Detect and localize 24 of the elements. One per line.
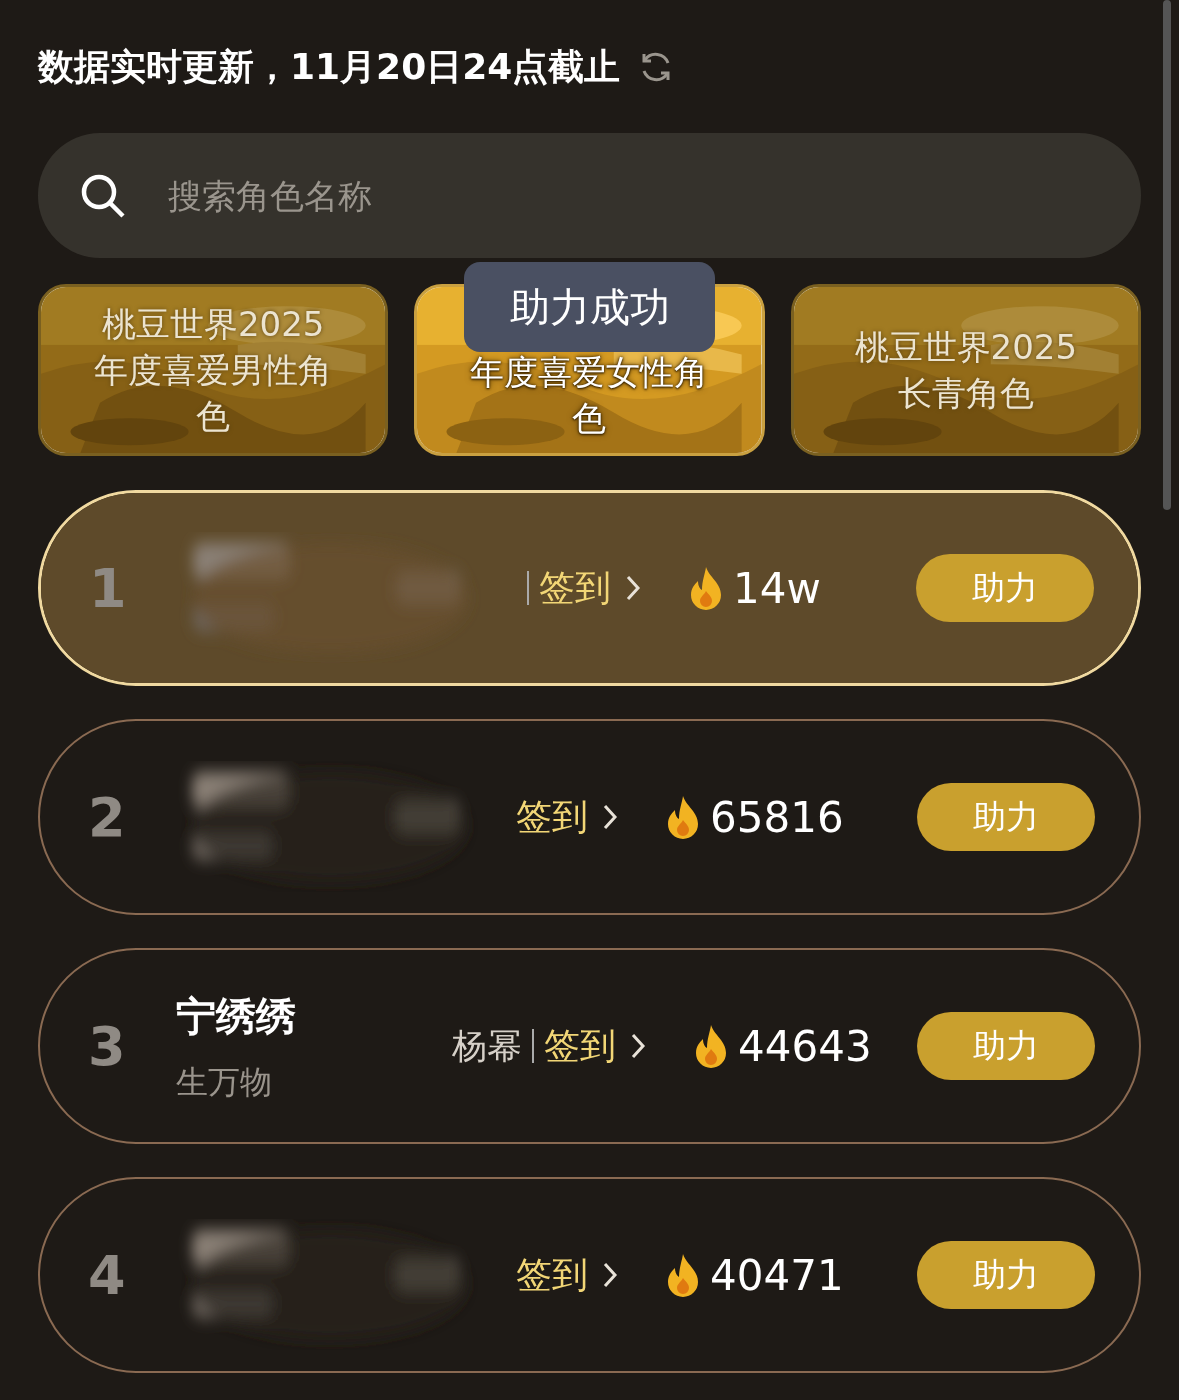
chevron-icon — [630, 1032, 646, 1060]
checkin-link[interactable]: 签到 — [539, 561, 641, 615]
rank-number: 4 — [88, 1242, 127, 1309]
chevron-icon — [602, 803, 618, 831]
search-field[interactable]: 搜索角色名称 — [38, 133, 1141, 258]
checkin-link[interactable]: 签到 — [516, 1248, 618, 1302]
chevron-icon — [625, 574, 641, 602]
category-tab[interactable]: 桃豆世界2025 长青角色 — [790, 284, 1141, 456]
rank-number: 1 — [89, 555, 128, 622]
rank-number: 3 — [88, 1013, 127, 1080]
update-notice: 数据实时更新，11月20日24点截止 — [38, 44, 621, 89]
checkin-link[interactable]: 签到 — [516, 790, 618, 844]
actor-name: 杨幂 — [451, 1024, 522, 1068]
checkin-link[interactable]: 签到 — [544, 1019, 646, 1073]
heat-count: 44643 — [738, 1020, 872, 1073]
heat-count: 65816 — [710, 791, 844, 844]
category-tab[interactable]: 桃豆世界2025 年度喜爱男性角 色 — [38, 284, 389, 456]
success-toast: 助力成功 — [464, 262, 715, 352]
character-name: 宁绣绣 — [176, 992, 297, 1041]
heat-count: 40471 — [710, 1249, 844, 1302]
rank-number: 2 — [88, 784, 127, 851]
drama-title: 生万物 — [176, 1062, 273, 1103]
heat-count: 14w — [733, 562, 821, 615]
chevron-icon — [602, 1261, 618, 1289]
